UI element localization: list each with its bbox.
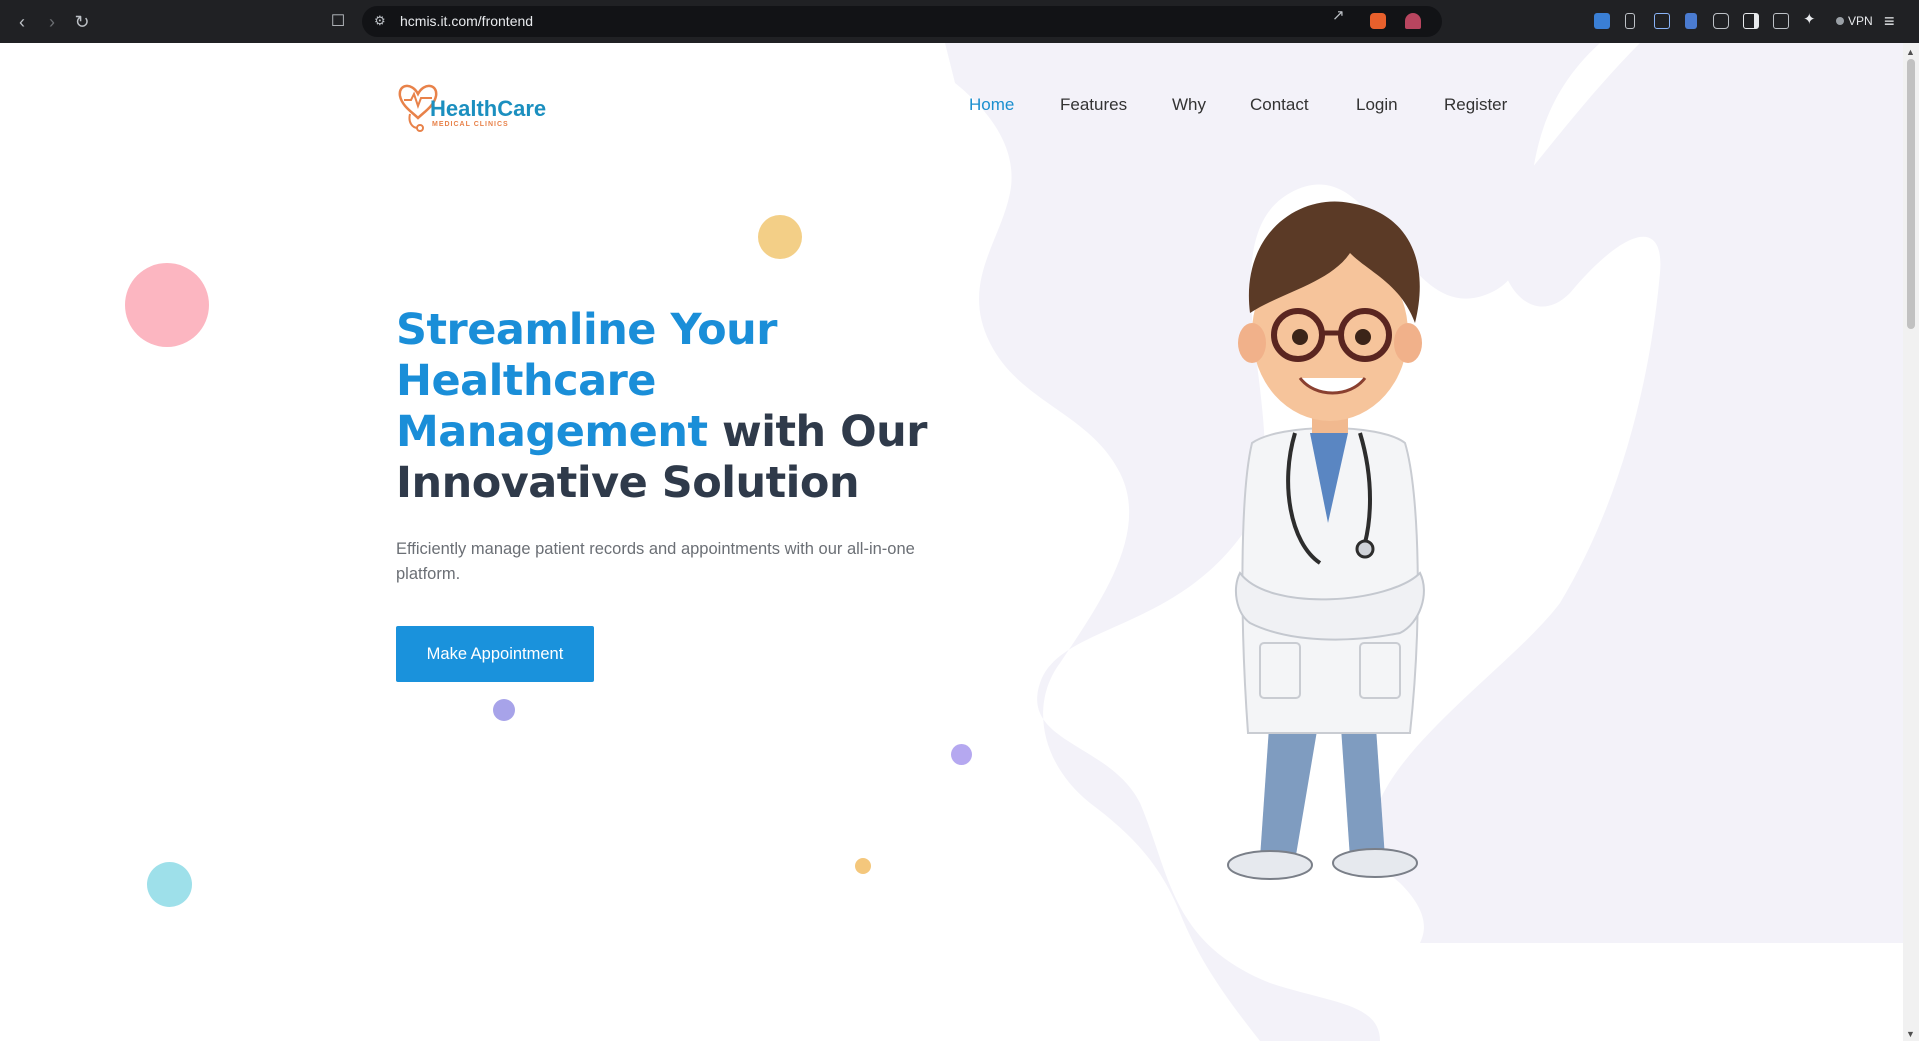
rewards-icon[interactable] (1405, 13, 1421, 29)
logo-subtitle: MEDICAL CLINICS (432, 121, 509, 128)
extensions-puzzle-icon[interactable] (1713, 13, 1729, 29)
decorative-dot-pink (125, 263, 209, 347)
bookmark-icon[interactable]: ☐ (326, 10, 350, 34)
decorative-dot-orange (855, 858, 871, 874)
scroll-up-icon[interactable]: ▲ (1906, 47, 1915, 57)
page-viewport: HealthCare MEDICAL CLINICS Home Features… (0, 43, 1903, 1041)
decorative-dot-violet (951, 744, 972, 765)
nav-why[interactable]: Why (1172, 95, 1206, 115)
browser-toolbar: ‹ › ↻ ☐ ⚙ hcmis.it.com/frontend ↗ ✦ VPN … (0, 0, 1919, 43)
leo-ai-icon[interactable]: ✦ (1803, 10, 1816, 28)
address-bar[interactable]: ⚙ hcmis.it.com/frontend (362, 6, 1442, 37)
nav-features[interactable]: Features (1060, 95, 1127, 115)
scroll-down-icon[interactable]: ▼ (1906, 1029, 1915, 1039)
extension-qr-icon[interactable] (1654, 13, 1670, 29)
extension-notes-icon[interactable] (1685, 13, 1697, 29)
vpn-button[interactable]: VPN (1836, 14, 1873, 28)
logo-name: HealthCare (430, 96, 547, 121)
decorative-dot-cyan (147, 862, 192, 907)
nav-contact[interactable]: Contact (1250, 95, 1309, 115)
nav-login[interactable]: Login (1356, 95, 1398, 115)
nav-register[interactable]: Register (1444, 95, 1507, 115)
doctor-illustration (1227, 201, 1425, 880)
back-icon[interactable]: ‹ (10, 10, 34, 34)
scroll-thumb[interactable] (1907, 59, 1915, 329)
site-info-icon[interactable]: ⚙ (374, 13, 386, 29)
brave-shield-icon[interactable] (1370, 13, 1386, 29)
forward-icon[interactable]: › (40, 10, 64, 34)
page-scrollbar[interactable]: ▲ ▼ (1903, 43, 1919, 1041)
extension-translate-icon[interactable] (1594, 13, 1610, 29)
menu-icon[interactable]: ≡ (1884, 11, 1895, 32)
nav-home[interactable]: Home (969, 95, 1014, 115)
decorative-dot-yellow (758, 215, 802, 259)
extension-mobile-icon[interactable] (1625, 13, 1635, 29)
sidebar-icon[interactable] (1743, 13, 1759, 29)
wallet-icon[interactable] (1773, 13, 1789, 29)
share-icon[interactable]: ↗ (1332, 6, 1345, 24)
url-text[interactable]: hcmis.it.com/frontend (400, 13, 533, 29)
make-appointment-button[interactable]: Make Appointment (396, 626, 594, 682)
reload-icon[interactable]: ↻ (70, 10, 94, 34)
hero-title-accent: Streamline Your Healthcare Management (396, 305, 778, 457)
hero-description: Efficiently manage patient records and a… (396, 540, 915, 583)
healthcare-logo[interactable]: HealthCare MEDICAL CLINICS (398, 78, 548, 138)
decorative-dot-purple (493, 699, 515, 721)
hero-title: Streamline Your Healthcare Management wi… (396, 305, 956, 509)
